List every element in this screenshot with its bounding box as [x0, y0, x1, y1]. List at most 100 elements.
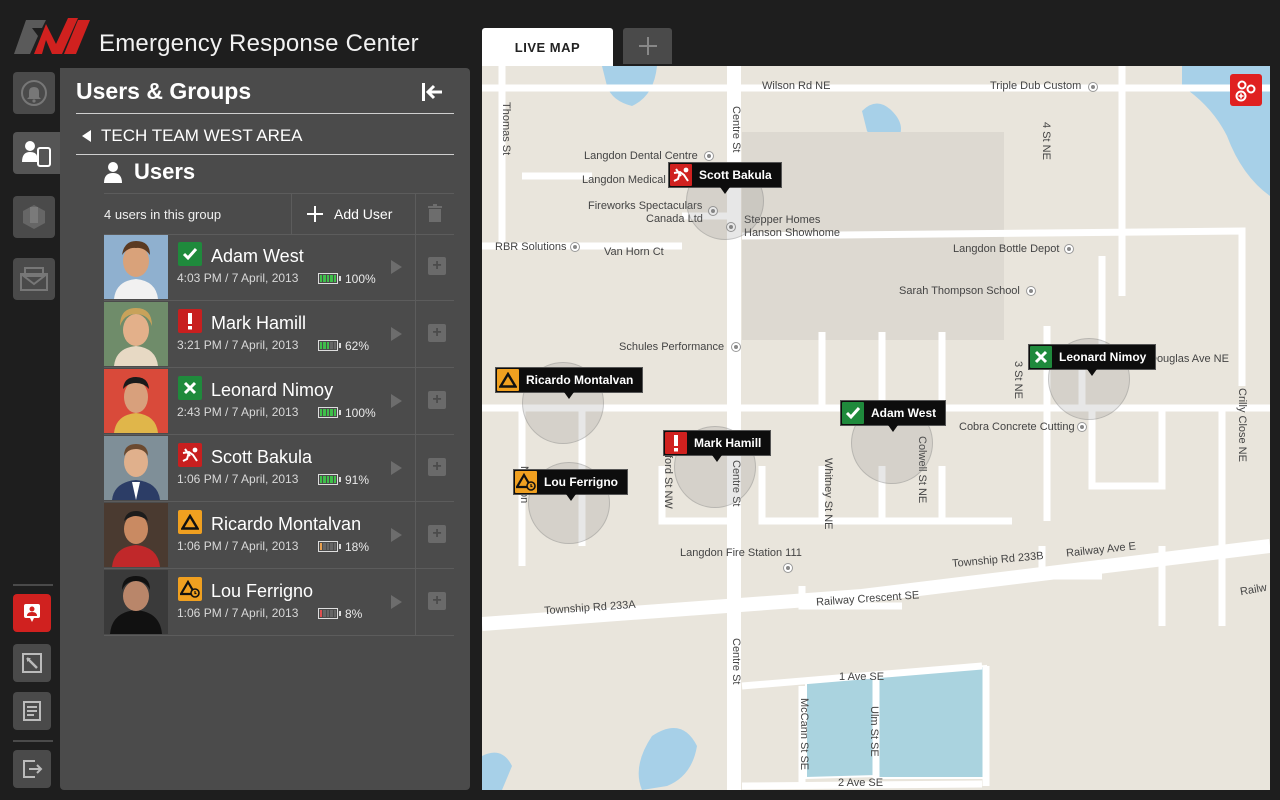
rail-divider [13, 740, 53, 742]
row-divider [415, 301, 416, 367]
logout-icon [23, 760, 43, 778]
play-icon[interactable] [391, 528, 402, 542]
add-to-group-button[interactable]: + [428, 458, 446, 476]
users-toolbar: 4 users in this group Add User [104, 193, 454, 235]
avatar [104, 436, 168, 500]
users-groups-button[interactable] [13, 132, 60, 174]
map-marker-scott-bakula[interactable]: Scott Bakula [668, 162, 782, 194]
add-to-group-button[interactable]: + [428, 592, 446, 610]
poi-marker [1064, 244, 1074, 254]
status-badge [178, 443, 202, 467]
user-row[interactable]: Adam West 4:03 PM / 7 April, 2013 100% + [104, 234, 454, 301]
collapse-left-icon [422, 83, 442, 101]
add-user-button[interactable]: Add User [306, 194, 392, 234]
user-row[interactable]: Lou Ferrigno 1:06 PM / 7 April, 2013 8% … [104, 569, 454, 636]
map-layers-button[interactable] [1230, 74, 1262, 106]
map-label: Langdon Fire Station 111 [680, 547, 802, 559]
last-seen-time: 1:06 PM / 7 April, 2013 [177, 472, 299, 486]
battery-segment [320, 275, 323, 282]
battery-tip [339, 343, 341, 348]
buildings-button[interactable] [13, 196, 55, 238]
back-triangle-icon [82, 130, 91, 142]
rail-divider [13, 584, 53, 586]
status-badge [178, 510, 202, 534]
live-map[interactable]: Wilson Rd NE Triple Dub Custom Thomas St… [482, 66, 1270, 790]
battery-tip [339, 544, 341, 549]
battery-segment [320, 476, 323, 483]
battery-icon [318, 541, 338, 552]
add-to-group-button[interactable]: + [428, 525, 446, 543]
row-divider [415, 234, 416, 300]
user-row[interactable]: Ricardo Montalvan 1:06 PM / 7 April, 201… [104, 502, 454, 569]
user-row[interactable]: Leonard Nimoy 2:43 PM / 7 April, 2013 10… [104, 368, 454, 435]
avatar [104, 302, 168, 366]
add-to-group-button[interactable]: + [428, 257, 446, 275]
user-row[interactable]: Scott Bakula 1:06 PM / 7 April, 2013 91%… [104, 435, 454, 502]
user-name: Leonard Nimoy [211, 380, 334, 400]
image-edit-icon [22, 653, 42, 673]
user-name: Lou Ferrigno [211, 581, 314, 601]
last-seen-time: 4:03 PM / 7 April, 2013 [177, 271, 299, 285]
map-label: Centre St [730, 638, 742, 685]
users-section-title: Users [134, 159, 196, 184]
battery-segment [326, 476, 330, 483]
battery-percent: 18% [345, 540, 370, 554]
play-icon[interactable] [391, 394, 402, 408]
panic-alert-button[interactable] [13, 594, 51, 632]
map-marker-ricardo-montalvan[interactable]: Ricardo Montalvan [495, 367, 644, 399]
collapse-panel-button[interactable] [420, 80, 444, 104]
user-list: Adam West 4:03 PM / 7 April, 2013 100% +… [104, 234, 454, 636]
exclamation-icon [665, 432, 687, 454]
avatar [104, 570, 168, 634]
map-label: Triple Dub Custom [990, 80, 1082, 92]
messages-button[interactable] [13, 258, 55, 300]
add-to-group-button[interactable]: + [428, 324, 446, 342]
battery-segment [333, 476, 337, 483]
notes-button[interactable] [13, 692, 51, 730]
image-edit-button[interactable] [13, 644, 51, 682]
delete-button[interactable] [428, 204, 442, 227]
add-to-group-button[interactable]: + [428, 391, 446, 409]
app-title: Emergency Response Center [99, 30, 419, 57]
map-label: Schules Performance [619, 341, 725, 353]
plus-icon [638, 37, 657, 55]
play-icon[interactable] [391, 461, 402, 475]
map-label: Langdon Medical [582, 174, 666, 186]
map-label: Cobra Concrete Cutting [959, 421, 1075, 433]
map-label: Whitney St NE [822, 458, 834, 530]
play-icon[interactable] [391, 327, 402, 341]
map-marker-mark-hamill[interactable]: Mark Hamill [663, 430, 772, 462]
add-group-icon [1235, 80, 1256, 102]
battery-segment [323, 476, 326, 483]
battery-tip [339, 410, 341, 415]
map-label: Hanson Showhome [744, 227, 841, 239]
map-label: 3 St NE [1012, 361, 1024, 399]
exclamation-icon [188, 313, 192, 330]
battery-segment [320, 543, 323, 550]
alerts-button[interactable] [13, 72, 55, 114]
tab-live-map[interactable]: LIVE MAP [482, 28, 613, 66]
battery-segment [323, 275, 326, 282]
map-marker-lou-ferrigno[interactable]: Lou Ferrigno [513, 469, 628, 501]
cross-icon [1030, 346, 1052, 368]
battery-segment [326, 409, 330, 416]
map-marker-leonard-nimoy[interactable]: Leonard Nimoy [1028, 344, 1157, 376]
play-icon[interactable] [391, 595, 402, 609]
battery-icon [318, 474, 338, 485]
toolbar-divider [415, 194, 416, 234]
battery-percent: 91% [345, 473, 370, 487]
map-label: Ulm St SE [868, 706, 880, 757]
marker-label: Adam West [871, 406, 937, 420]
logout-button[interactable] [13, 750, 51, 788]
map-label: McCann St SE [798, 698, 810, 771]
add-tab-button[interactable] [623, 28, 672, 64]
battery-segment [326, 275, 330, 282]
breadcrumb[interactable]: TECH TEAM WEST AREA [82, 126, 303, 146]
breadcrumb-divider [76, 154, 454, 155]
play-icon[interactable] [391, 260, 402, 274]
marker-label: Scott Bakula [699, 168, 772, 182]
poi-marker [1088, 82, 1098, 92]
last-seen-time: 1:06 PM / 7 April, 2013 [177, 539, 299, 553]
user-row[interactable]: Mark Hamill 3:21 PM / 7 April, 2013 62% … [104, 301, 454, 368]
map-marker-adam-west[interactable]: Adam West [840, 400, 947, 432]
